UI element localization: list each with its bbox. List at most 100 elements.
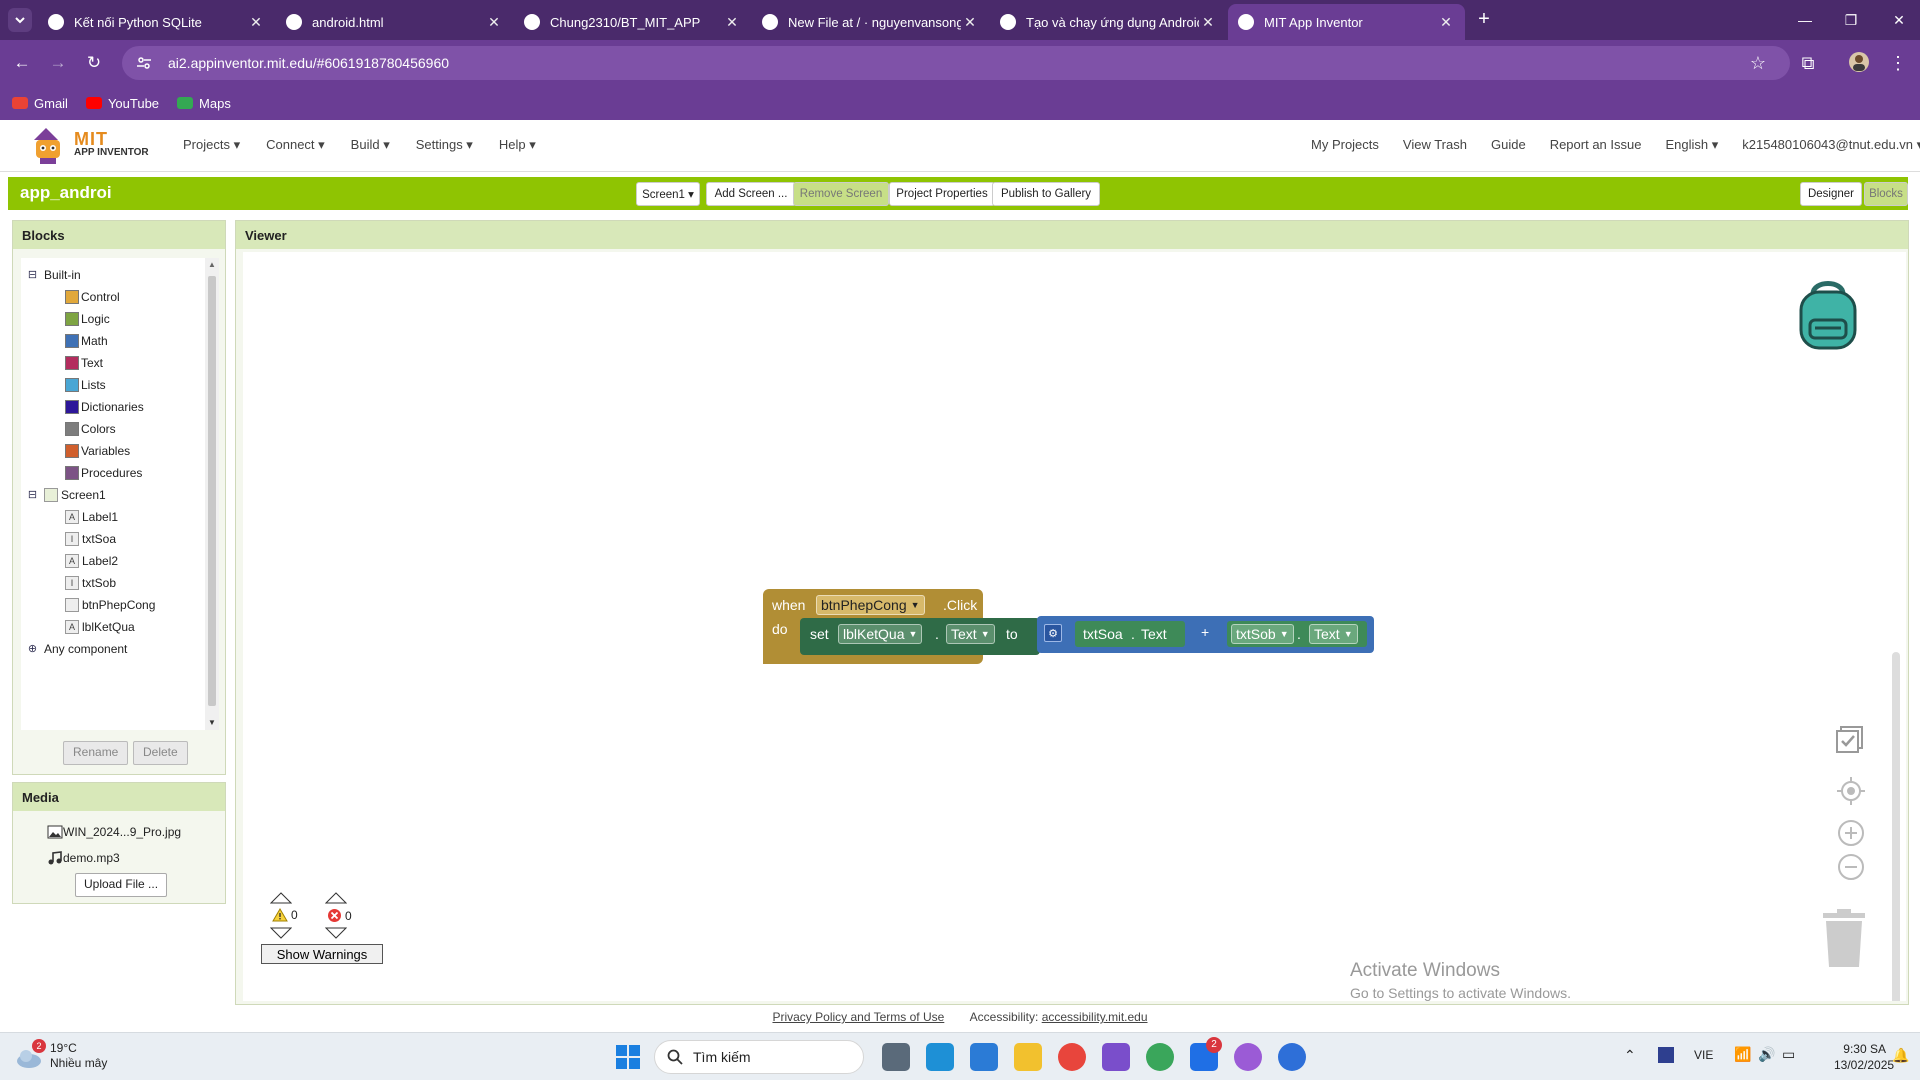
browser-tab[interactable]: MIT App Inventor ✕ xyxy=(1228,4,1465,40)
component-btnphepcong[interactable]: btnPhepCong xyxy=(65,596,155,614)
blocks-workspace[interactable]: when btnPhepCong ▼ .Click do set lblKetQu… xyxy=(243,252,1906,1001)
media-file[interactable]: demo.mp3 xyxy=(47,851,120,865)
close-tab-icon[interactable]: ✕ xyxy=(1437,14,1455,31)
collapse-icon[interactable]: ⊟ xyxy=(27,269,38,281)
publish-to-gallery-button[interactable]: Publish to Gallery xyxy=(992,182,1100,206)
task-view-icon[interactable] xyxy=(882,1043,910,1071)
accessibility-link[interactable]: accessibility.mit.edu xyxy=(1042,1010,1148,1024)
backpack-icon[interactable] xyxy=(1793,276,1863,351)
scroll-up-icon[interactable]: ▲ xyxy=(208,260,216,269)
menu-item[interactable]: Connect ▾ xyxy=(266,137,325,153)
cleanup-icon[interactable] xyxy=(1835,724,1865,754)
tray-app-icon[interactable] xyxy=(1658,1047,1674,1063)
txtsoa-getter-block[interactable]: txtSoa . Text xyxy=(1075,621,1185,647)
menu-item[interactable]: View Trash xyxy=(1403,137,1467,153)
app-icon[interactable] xyxy=(1278,1043,1306,1071)
browser-tab[interactable]: Tạo và chạy ứng dụng Android ✕ xyxy=(990,4,1227,40)
menu-item[interactable]: Guide xyxy=(1491,137,1526,153)
expand-icon[interactable]: ⊕ xyxy=(27,643,38,655)
workspace-vertical-scrollbar[interactable] xyxy=(1892,652,1900,1001)
set-property-block[interactable]: set lblKetQua ▼ . Text ▼ to xyxy=(800,618,1040,655)
visual-studio-icon[interactable] xyxy=(1102,1043,1130,1071)
collapse-icon[interactable]: ⊟ xyxy=(27,489,38,501)
input-language[interactable]: VIE xyxy=(1694,1048,1713,1062)
close-tab-icon[interactable]: ✕ xyxy=(247,14,265,31)
builtin-drawer-text[interactable]: Text xyxy=(65,354,103,372)
back-button[interactable]: ← xyxy=(10,51,34,75)
screen1-node[interactable]: ⊟ Screen1 xyxy=(27,486,106,504)
component-lblketqua[interactable]: AlblKetQua xyxy=(65,618,135,636)
builtin-node[interactable]: ⊟ Built-in xyxy=(27,266,81,284)
browser-menu-icon[interactable]: ⋮ xyxy=(1886,51,1910,75)
forward-button[interactable]: → xyxy=(46,51,70,75)
vscode-icon[interactable] xyxy=(970,1043,998,1071)
volume-icon[interactable]: 🔊 xyxy=(1758,1046,1775,1063)
designer-button[interactable]: Designer xyxy=(1800,182,1862,206)
reload-button[interactable]: ↻ xyxy=(82,51,106,75)
scroll-down-icon[interactable]: ▼ xyxy=(208,718,216,727)
next-warning-arrow-icon[interactable] xyxy=(270,927,292,939)
menu-item[interactable]: Settings ▾ xyxy=(416,137,473,153)
recenter-icon[interactable] xyxy=(1837,777,1865,805)
builtin-drawer-procedures[interactable]: Procedures xyxy=(65,464,142,482)
menu-item[interactable]: English ▾ xyxy=(1665,137,1718,153)
tray-chevron-icon[interactable]: ⌃ xyxy=(1624,1047,1636,1064)
menu-item[interactable]: My Projects xyxy=(1311,137,1379,153)
remove-screen-button[interactable]: Remove Screen xyxy=(793,182,889,206)
builtin-drawer-colors[interactable]: Colors xyxy=(65,420,116,438)
builtin-drawer-lists[interactable]: Lists xyxy=(65,376,106,394)
rename-button[interactable]: Rename xyxy=(63,741,129,765)
getter-component-dropdown[interactable]: txtSob ▼ xyxy=(1231,624,1294,644)
battery-icon[interactable]: ▭ xyxy=(1782,1046,1795,1063)
clock[interactable]: 9:30 SA 13/02/2025 xyxy=(1834,1041,1894,1073)
set-property-dropdown[interactable]: Text ▼ xyxy=(946,624,995,644)
profile-avatar[interactable] xyxy=(1848,51,1872,75)
zalo-icon[interactable]: 2 xyxy=(1190,1037,1222,1071)
wifi-icon[interactable]: 📶 xyxy=(1734,1046,1751,1063)
zoom-out-icon[interactable] xyxy=(1837,853,1865,881)
next-error-arrow-icon[interactable] xyxy=(325,927,347,939)
component-txtsoa[interactable]: ItxtSoa xyxy=(65,530,116,548)
browser-tab[interactable]: Kết nối Python SQLite ✕ xyxy=(38,4,275,40)
menu-item[interactable]: Help ▾ xyxy=(499,137,536,153)
browser-tab[interactable]: Chung2310/BT_MIT_APP ✕ xyxy=(514,4,751,40)
getter-property-dropdown[interactable]: Text ▼ xyxy=(1309,624,1358,644)
builtin-drawer-dictionaries[interactable]: Dictionaries xyxy=(65,398,144,416)
builtin-drawer-variables[interactable]: Variables xyxy=(65,442,130,460)
bookmark-gmail[interactable]: Gmail xyxy=(12,96,68,111)
menu-item[interactable]: k215480106043@tnut.edu.vn ▾ xyxy=(1742,137,1920,153)
set-component-dropdown[interactable]: lblKetQua ▼ xyxy=(838,624,923,644)
tab-search-button[interactable] xyxy=(8,8,32,32)
tree-scroll-thumb[interactable] xyxy=(208,276,216,706)
close-tab-icon[interactable]: ✕ xyxy=(485,14,503,31)
project-properties-button[interactable]: Project Properties xyxy=(889,182,995,206)
component-label2[interactable]: A Label2 xyxy=(65,552,118,570)
windows-start-icon[interactable] xyxy=(614,1043,642,1071)
extensions-icon[interactable]: ⧉ xyxy=(1796,51,1820,75)
new-tab-button[interactable]: + xyxy=(1472,8,1496,32)
close-tab-icon[interactable]: ✕ xyxy=(961,14,979,31)
bookmark-maps[interactable]: Maps xyxy=(177,96,231,111)
media-file[interactable]: WIN_2024...9_Pro.jpg xyxy=(47,825,181,839)
mutator-gear-icon[interactable]: ⚙ xyxy=(1044,624,1062,642)
zoom-in-icon[interactable] xyxy=(1837,819,1865,847)
site-info-icon[interactable] xyxy=(136,55,156,71)
menu-item[interactable]: Build ▾ xyxy=(351,137,390,153)
chrome-icon[interactable] xyxy=(1058,1043,1086,1071)
component-txtsob[interactable]: ItxtSob xyxy=(65,574,116,592)
trash-can-icon[interactable] xyxy=(1821,909,1867,969)
android-studio-icon[interactable] xyxy=(1146,1043,1174,1071)
blocks-button[interactable]: Blocks xyxy=(1864,182,1908,206)
browser-tab[interactable]: New File at / · nguyenvansong- ✕ xyxy=(752,4,989,40)
browser-tab[interactable]: android.html ✕ xyxy=(276,4,513,40)
notification-icon[interactable]: 🔔 xyxy=(1892,1047,1909,1064)
close-window-button[interactable]: ✕ xyxy=(1884,8,1914,32)
builtin-drawer-math[interactable]: Math xyxy=(65,332,108,350)
chrome-profile-icon[interactable] xyxy=(1234,1043,1262,1071)
prev-error-arrow-icon[interactable] xyxy=(325,892,347,904)
privacy-link[interactable]: Privacy Policy and Terms of Use xyxy=(772,1010,944,1024)
add-screen-button[interactable]: Add Screen ... xyxy=(706,182,796,206)
file-explorer-icon[interactable] xyxy=(1014,1043,1042,1071)
event-component-dropdown[interactable]: btnPhepCong ▼ xyxy=(816,595,925,615)
menu-item[interactable]: Projects ▾ xyxy=(183,137,240,153)
